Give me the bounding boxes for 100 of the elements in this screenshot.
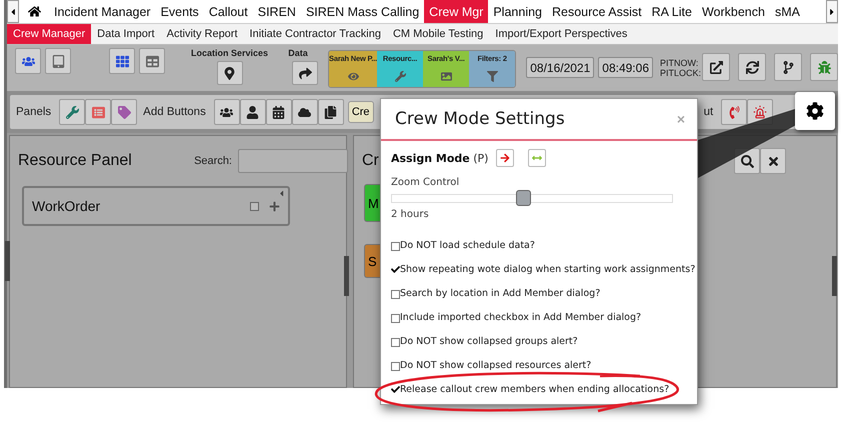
copy-button[interactable] xyxy=(318,99,344,125)
share-button[interactable] xyxy=(292,61,318,85)
checkbox[interactable] xyxy=(391,242,400,251)
checkbox[interactable] xyxy=(391,338,400,347)
zoom-reading: 2 hours xyxy=(391,209,430,220)
list-button[interactable] xyxy=(85,99,112,125)
group-button[interactable] xyxy=(214,99,240,125)
nav-tab[interactable]: Resource Assist xyxy=(547,0,647,23)
sub-tab[interactable]: Activity Report xyxy=(160,24,244,44)
nav-tab[interactable]: sMA xyxy=(770,0,805,23)
nav-tab[interactable]: Callout xyxy=(204,0,253,23)
option-label: Release callout crew members when ending allocations? xyxy=(400,384,670,394)
wrench-icon xyxy=(394,71,406,82)
work-order-card[interactable]: WorkOrder xyxy=(22,186,290,226)
people-icon xyxy=(22,54,34,68)
home-icon xyxy=(28,5,40,18)
option-label: Do NOT show collapsed groups alert? xyxy=(400,336,578,346)
check-icon[interactable] xyxy=(391,384,400,394)
branch-button[interactable] xyxy=(774,53,802,81)
slider-thumb[interactable] xyxy=(516,190,531,206)
arrow-right-icon xyxy=(500,153,510,163)
scroll-right-button[interactable] xyxy=(826,0,838,23)
filter-icon xyxy=(486,71,498,82)
table-icon xyxy=(146,54,158,68)
calendar-icon xyxy=(272,106,286,118)
location-button[interactable] xyxy=(216,61,243,85)
nav-tab[interactable]: RA Lite xyxy=(646,0,697,23)
refresh-button[interactable] xyxy=(738,53,766,81)
nav-tab[interactable]: Events xyxy=(156,0,204,23)
cloud-button[interactable] xyxy=(292,99,318,125)
scrollbar-handle[interactable] xyxy=(832,256,837,296)
nav-tab[interactable]: SIREN xyxy=(252,0,301,23)
card-checkbox[interactable] xyxy=(250,202,259,210)
phone-button[interactable] xyxy=(721,99,748,125)
pit-label: PITNOW: xyxy=(660,58,698,68)
date-field[interactable]: 08/16/2021 xyxy=(526,57,594,78)
table-view-button[interactable] xyxy=(139,48,165,74)
checkbox[interactable] xyxy=(391,314,400,323)
plus-icon[interactable] xyxy=(269,200,280,212)
close-button[interactable] xyxy=(760,148,786,174)
nav-tab[interactable]: Workbench xyxy=(696,0,770,23)
nav-tab[interactable]: SIREN Mass Calling xyxy=(300,0,424,23)
sub-tab[interactable]: Data Import xyxy=(91,24,161,44)
option-label: Do NOT load schedule data? xyxy=(400,240,535,250)
time-field[interactable]: 08:49:06 xyxy=(598,57,653,78)
option-label: Do NOT show collapsed resources alert? xyxy=(400,360,592,370)
check-icon[interactable] xyxy=(391,264,400,274)
siren-icon xyxy=(753,105,768,119)
crew-chip-button[interactable]: Cre xyxy=(348,101,374,123)
scroll-left-button[interactable] xyxy=(7,0,19,23)
share-icon xyxy=(298,66,312,80)
close-icon xyxy=(766,154,780,168)
refresh-icon xyxy=(746,60,758,74)
data-label: Data xyxy=(288,48,308,58)
tablet-button[interactable] xyxy=(45,48,71,74)
panels-label: Panels xyxy=(16,106,52,118)
bug-button[interactable] xyxy=(810,53,838,81)
crew-card[interactable]: M xyxy=(364,184,380,222)
callout-label: ut xyxy=(704,106,714,118)
scrollbar-handle[interactable] xyxy=(344,256,349,296)
settings-icon xyxy=(806,102,824,120)
crew-card[interactable]: S xyxy=(364,244,380,278)
nav-tab[interactable]: Planning xyxy=(488,0,547,23)
grid-view-button[interactable] xyxy=(109,48,135,74)
checkbox[interactable] xyxy=(391,290,400,299)
people-icon xyxy=(220,106,234,118)
option-label: Search by location in Add Member dialog? xyxy=(400,288,600,298)
person-button[interactable] xyxy=(240,99,266,125)
cloud-icon xyxy=(298,106,312,118)
panel-title: Resource Panel xyxy=(18,152,132,170)
external-link-button[interactable] xyxy=(702,53,730,81)
wrench-icon xyxy=(66,106,79,118)
arrow-button[interactable] xyxy=(496,149,514,167)
branch-icon xyxy=(782,60,794,74)
dialog-title: Crew Mode Settings xyxy=(395,109,565,129)
add-buttons-label: Add Buttons xyxy=(143,106,206,118)
bug-icon xyxy=(818,60,830,74)
search-field[interactable] xyxy=(238,149,348,173)
sub-tab[interactable]: Initiate Contractor Tracking xyxy=(244,24,387,44)
person-icon xyxy=(246,106,260,118)
scrollbar-handle[interactable] xyxy=(5,241,10,281)
location-services-label: Location Services xyxy=(191,48,268,58)
wrench-button[interactable] xyxy=(59,99,86,125)
list-icon xyxy=(92,106,105,118)
pit-label: PITLOCK: xyxy=(660,68,698,78)
phone-icon xyxy=(728,106,741,118)
eye-icon xyxy=(348,71,358,82)
option-label: Show repeating wote dialog when starting work assignments? xyxy=(400,264,696,274)
sub-tab[interactable]: Import/Export Perspectives xyxy=(489,24,634,44)
sub-tab[interactable]: Crew Manager xyxy=(7,24,92,44)
sub-tab[interactable]: CM Mobile Testing xyxy=(386,24,490,44)
calendar-button[interactable] xyxy=(266,99,292,125)
pin-icon xyxy=(223,66,236,80)
nav-tab[interactable]: Incident Manager xyxy=(49,0,156,23)
tag-icon xyxy=(118,106,131,118)
settings-button[interactable] xyxy=(795,92,835,130)
external-link-icon xyxy=(710,60,722,74)
nav-tab[interactable]: Crew Mgr xyxy=(424,0,488,23)
checkbox[interactable] xyxy=(391,362,400,371)
tag-button[interactable] xyxy=(111,99,138,125)
